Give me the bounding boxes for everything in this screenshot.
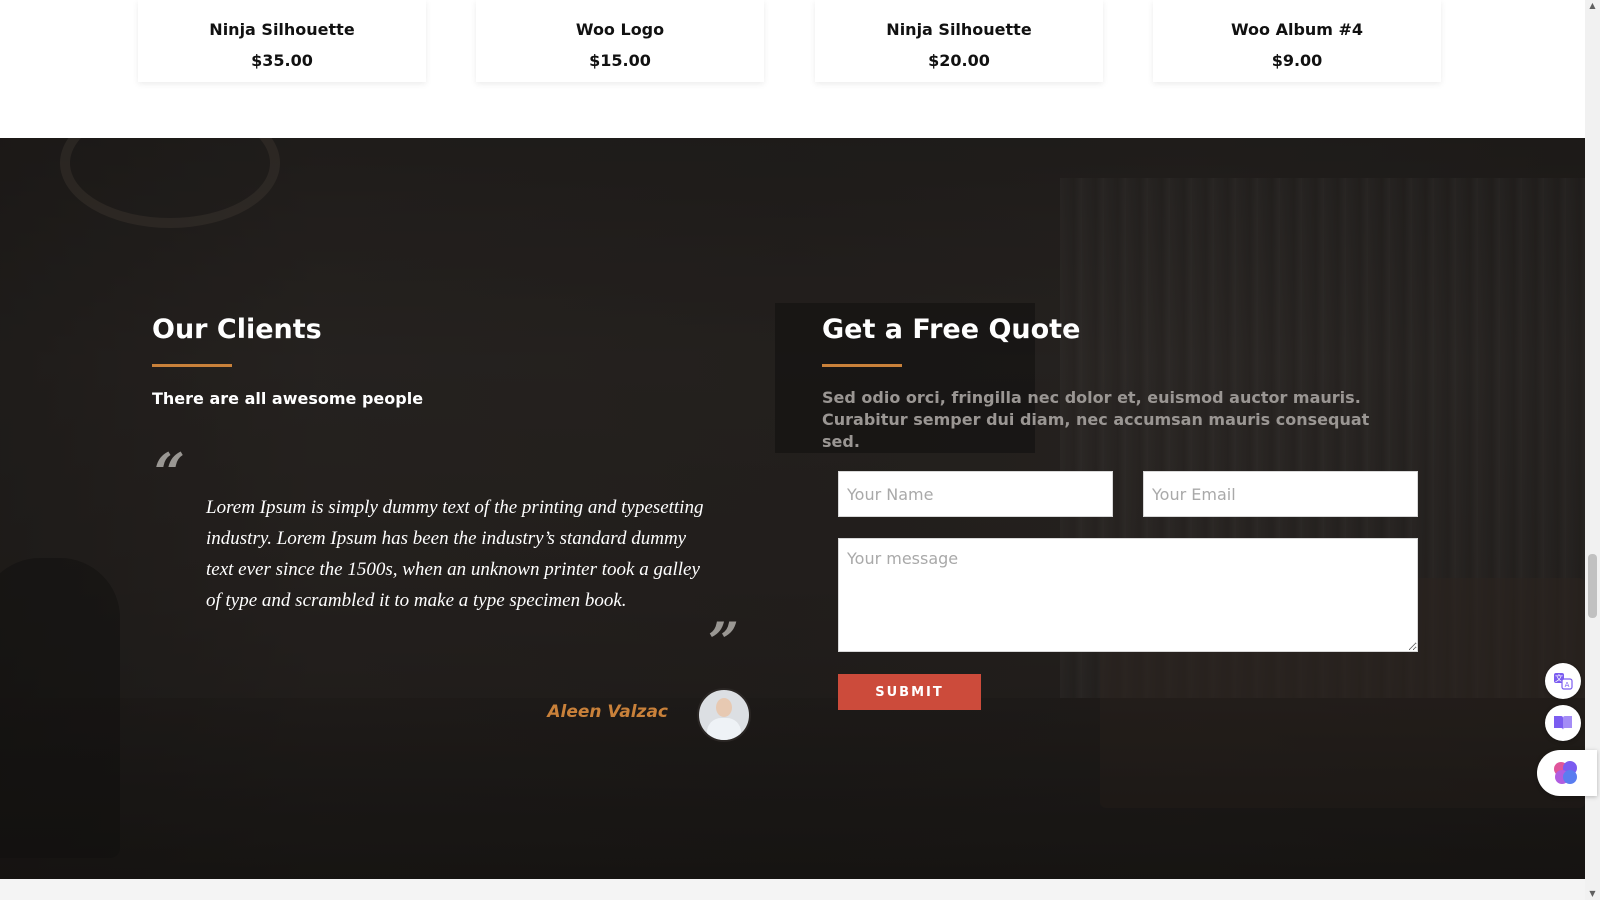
product-name[interactable]: Woo Album #4 <box>1153 20 1441 39</box>
reader-icon <box>1554 716 1572 730</box>
message-field[interactable] <box>838 538 1418 652</box>
reader-widget-button[interactable] <box>1545 705 1581 741</box>
product-card[interactable]: Woo Logo $15.00 <box>476 0 764 82</box>
avatar-head <box>716 698 732 717</box>
brain-icon <box>1554 761 1577 784</box>
scroll-up-icon[interactable]: ▲ <box>1585 0 1600 12</box>
clients-title-underline <box>152 364 232 367</box>
testimonial-author: Aleen Valzac <box>547 702 668 722</box>
product-price: $20.00 <box>928 51 990 70</box>
quote-open-icon: “ <box>154 441 186 505</box>
product-price: $35.00 <box>251 51 313 70</box>
product-strip: Ninja Silhouette $35.00 Woo Logo $15.00 … <box>0 0 1585 138</box>
testimonial-author-wrap: Aleen Valzac <box>520 702 668 726</box>
quote-intro: Sed odio orci, fringilla nec dolor et, e… <box>822 388 1370 451</box>
svg-text:A: A <box>1565 681 1570 689</box>
product-price: $9.00 <box>1271 51 1323 70</box>
assistant-widget-button[interactable] <box>1537 750 1597 796</box>
scrollbar-thumb[interactable] <box>1588 554 1597 618</box>
testimonial-text: Lorem Ipsum is simply dummy text of the … <box>206 497 704 611</box>
quote-title-underline <box>822 364 902 367</box>
product-name[interactable]: Woo Logo <box>476 20 764 39</box>
page: Ninja Silhouette $35.00 Woo Logo $15.00 … <box>0 0 1585 900</box>
product-card[interactable]: Woo Album #4 $9.00 <box>1153 0 1441 82</box>
clients-subtitle: There are all awesome people <box>152 389 424 408</box>
quote-close-icon: ” <box>708 610 740 674</box>
next-section-edge <box>0 879 1585 900</box>
product-name[interactable]: Ninja Silhouette <box>815 20 1103 39</box>
product-name[interactable]: Ninja Silhouette <box>138 20 426 39</box>
avatar-body <box>707 718 741 740</box>
translate-widget-button[interactable]: 文 A <box>1545 663 1581 699</box>
name-field[interactable] <box>838 471 1113 517</box>
submit-button[interactable]: SUBMIT <box>838 674 981 710</box>
product-price: $15.00 <box>589 51 651 70</box>
clients-title: Our Clients <box>152 314 322 345</box>
author-avatar <box>697 688 751 742</box>
quote-title: Get a Free Quote <box>822 314 1081 345</box>
scroll-down-icon[interactable]: ▼ <box>1585 888 1600 900</box>
email-field[interactable] <box>1143 471 1418 517</box>
translate-icon: 文 A <box>1554 673 1573 690</box>
product-card[interactable]: Ninja Silhouette $20.00 <box>815 0 1103 82</box>
product-card[interactable]: Ninja Silhouette $35.00 <box>138 0 426 82</box>
